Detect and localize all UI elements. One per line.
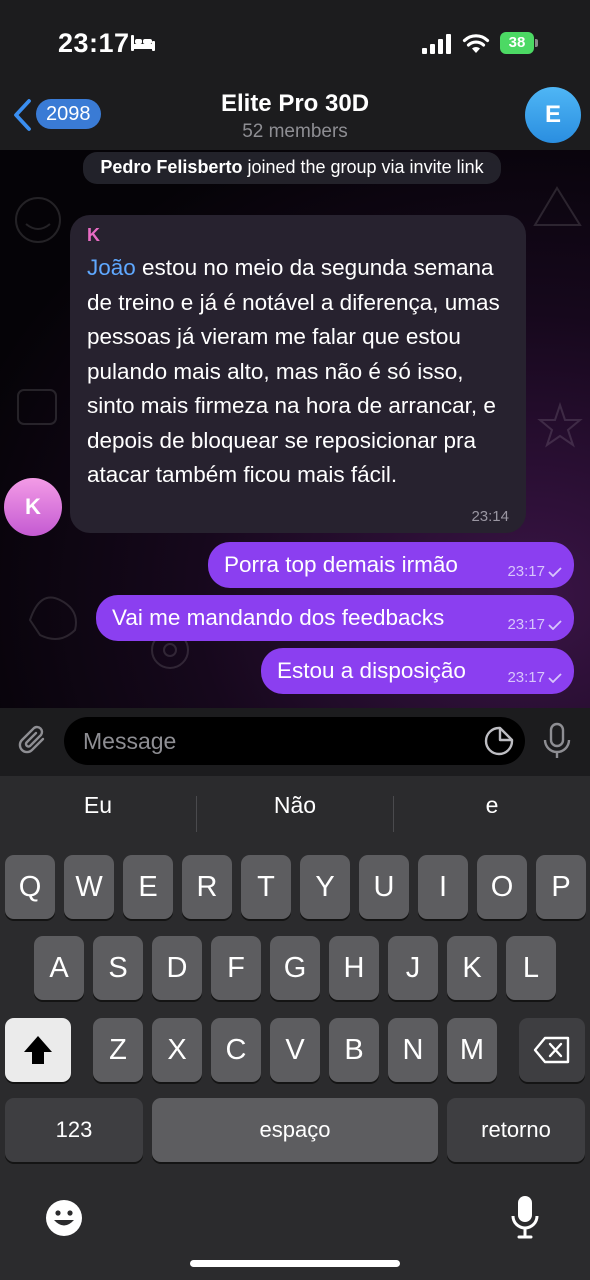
outgoing-message-time: 23:17 xyxy=(507,669,545,686)
key-w[interactable]: W xyxy=(64,855,114,919)
key-j[interactable]: J xyxy=(388,936,438,1000)
key-r[interactable]: R xyxy=(182,855,232,919)
mention-link[interactable]: João xyxy=(87,255,136,280)
wallpaper-doodle-icon xyxy=(28,596,77,640)
keyboard: Eu Não e Q W E R T Y U I O P A S D F G H… xyxy=(0,776,590,1280)
outgoing-message-time: 23:17 xyxy=(507,563,545,580)
suggestion-3[interactable]: e xyxy=(394,792,590,819)
sender-name[interactable]: K xyxy=(87,225,100,246)
outgoing-message-text: Estou a disposição xyxy=(277,658,466,683)
wallpaper-doodle-icon xyxy=(15,197,61,243)
microphone-icon[interactable] xyxy=(542,722,572,760)
incoming-message-body: estou no meio da segunda semana de trein… xyxy=(87,255,500,487)
read-check-icon xyxy=(548,673,562,684)
key-f[interactable]: F xyxy=(211,936,261,1000)
key-m[interactable]: M xyxy=(447,1018,497,1082)
outgoing-message-bubble[interactable]: Vai me mandando dos feedbacks 23:17 xyxy=(96,595,574,641)
key-z[interactable]: Z xyxy=(93,1018,143,1082)
shift-key[interactable] xyxy=(5,1018,71,1082)
key-a[interactable]: A xyxy=(34,936,84,1000)
status-bar: 23:17 38 xyxy=(0,0,590,86)
chat-area[interactable]: Pedro Felisberto joined the group via in… xyxy=(0,150,590,708)
wallpaper-doodle-icon xyxy=(17,389,57,425)
key-x[interactable]: X xyxy=(152,1018,202,1082)
shift-arrow-icon xyxy=(24,1036,52,1064)
outgoing-message-bubble[interactable]: Porra top demais irmão 23:17 xyxy=(208,542,574,588)
key-p[interactable]: P xyxy=(536,855,586,919)
members-count: 52 members xyxy=(242,121,348,142)
key-k[interactable]: K xyxy=(447,936,497,1000)
key-e[interactable]: E xyxy=(123,855,173,919)
key-l[interactable]: L xyxy=(506,936,556,1000)
battery-icon: 38 xyxy=(500,32,540,54)
backspace-key[interactable] xyxy=(519,1018,585,1082)
suggestion-1[interactable]: Eu xyxy=(0,792,196,819)
backspace-icon xyxy=(533,1036,570,1064)
key-g[interactable]: G xyxy=(270,936,320,1000)
battery-percent: 38 xyxy=(508,34,526,51)
outgoing-message-bubble[interactable]: Estou a disposição 23:17 xyxy=(261,648,574,694)
chat-header: 2098 Elite Pro 30D 52 members E xyxy=(0,86,590,151)
key-c[interactable]: C xyxy=(211,1018,261,1082)
paperclip-icon[interactable] xyxy=(16,724,50,758)
key-h[interactable]: H xyxy=(329,936,379,1000)
key-b[interactable]: B xyxy=(329,1018,379,1082)
return-key[interactable]: retorno xyxy=(447,1098,585,1162)
key-d[interactable]: D xyxy=(152,936,202,1000)
message-input[interactable] xyxy=(64,717,525,765)
incoming-message-text: João estou no meio da segunda semana de … xyxy=(87,251,517,493)
system-join-message: Pedro Felisberto joined the group via in… xyxy=(83,152,501,184)
numbers-key[interactable]: 123 xyxy=(5,1098,143,1162)
group-avatar[interactable]: E xyxy=(525,87,581,143)
key-s[interactable]: S xyxy=(93,936,143,1000)
joined-user-name: Pedro Felisberto xyxy=(100,157,243,177)
sender-avatar[interactable]: K xyxy=(4,478,62,536)
key-y[interactable]: Y xyxy=(300,855,350,919)
wallpaper-doodle-icon xyxy=(533,186,582,226)
outgoing-message-meta: 23:17 xyxy=(507,616,562,633)
outgoing-message-time: 23:17 xyxy=(507,616,545,633)
key-v[interactable]: V xyxy=(270,1018,320,1082)
key-o[interactable]: O xyxy=(477,855,527,919)
read-check-icon xyxy=(548,620,562,631)
emoji-icon[interactable] xyxy=(44,1198,84,1238)
outgoing-message-text: Porra top demais irmão xyxy=(224,552,458,577)
wifi-icon xyxy=(462,34,490,53)
home-indicator[interactable] xyxy=(190,1260,400,1267)
wallpaper-doodle-icon xyxy=(537,401,583,448)
suggestion-2[interactable]: Não xyxy=(197,792,393,819)
key-u[interactable]: U xyxy=(359,855,409,919)
join-text: joined the group via invite link xyxy=(242,157,484,177)
incoming-message-bubble[interactable]: K João estou no meio da segunda semana d… xyxy=(70,215,526,533)
key-i[interactable]: I xyxy=(418,855,468,919)
key-n[interactable]: N xyxy=(388,1018,438,1082)
group-title[interactable]: Elite Pro 30D xyxy=(0,90,590,118)
signal-icon xyxy=(422,34,451,54)
dictation-microphone-icon[interactable] xyxy=(510,1194,540,1240)
key-q[interactable]: Q xyxy=(5,855,55,919)
bed-icon xyxy=(131,35,155,51)
outgoing-message-meta: 23:17 xyxy=(507,563,562,580)
incoming-message-time: 23:14 xyxy=(471,508,509,525)
outgoing-message-text: Vai me mandando dos feedbacks xyxy=(112,605,445,630)
space-key[interactable]: espaço xyxy=(152,1098,438,1162)
sticker-icon[interactable] xyxy=(483,725,515,757)
outgoing-message-meta: 23:17 xyxy=(507,669,562,686)
status-time: 23:17 xyxy=(58,28,130,58)
read-check-icon xyxy=(548,567,562,578)
key-t[interactable]: T xyxy=(241,855,291,919)
message-composer xyxy=(0,708,590,776)
